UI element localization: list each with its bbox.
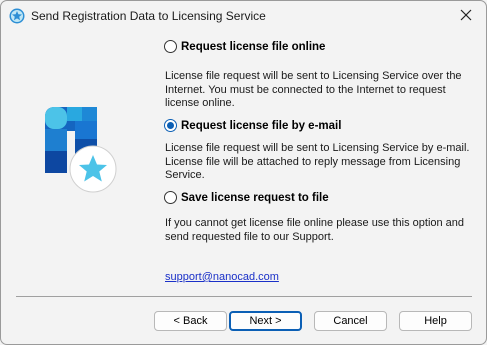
description-line: Internet. You must be connected to the I…: [165, 83, 446, 96]
next-button[interactable]: Next >: [229, 311, 302, 331]
close-icon: [460, 9, 472, 24]
description-line: License file request will be sent to Lic…: [165, 142, 470, 154]
dialog-window: Send Registration Data to Licensing Serv…: [0, 0, 487, 345]
radio-online[interactable]: Request license file online: [164, 40, 325, 53]
star-badge-icon: [9, 8, 25, 24]
title-bar[interactable]: Send Registration Data to Licensing Serv…: [1, 1, 486, 31]
email-description: License file request will be sent to Lic…: [165, 142, 470, 183]
licensing-logo: [35, 101, 125, 196]
radio-email[interactable]: Request license file by e-mail: [164, 119, 341, 132]
radio-online-label[interactable]: Request license file online: [181, 41, 325, 53]
description-line: License file request will be sent to Lic…: [165, 70, 462, 82]
radio-email-label[interactable]: Request license file by e-mail: [181, 120, 341, 132]
description-line: send requested file to our Support.: [165, 230, 334, 243]
radio-save-file-indicator[interactable]: [164, 191, 177, 204]
window-title: Send Registration Data to Licensing Serv…: [31, 9, 266, 23]
help-button[interactable]: Help: [399, 311, 472, 331]
radio-save-file-label[interactable]: Save license request to file: [181, 192, 329, 204]
support-email-link[interactable]: support@nanocad.com: [165, 271, 279, 283]
close-button[interactable]: [450, 3, 482, 29]
description-line: License file will be attached to reply m…: [165, 155, 461, 168]
radio-online-indicator[interactable]: [164, 40, 177, 53]
radio-email-indicator[interactable]: [164, 119, 177, 132]
radio-save-file[interactable]: Save license request to file: [164, 191, 329, 204]
description-line: Service.: [165, 169, 205, 181]
save-file-description: If you cannot get license file online pl…: [165, 217, 470, 244]
online-description: License file request will be sent to Lic…: [165, 70, 470, 111]
divider: [16, 296, 472, 297]
description-line: license online.: [165, 97, 235, 109]
description-line: If you cannot get license file online pl…: [165, 217, 465, 229]
back-button[interactable]: < Back: [154, 311, 227, 331]
cancel-button[interactable]: Cancel: [314, 311, 387, 331]
